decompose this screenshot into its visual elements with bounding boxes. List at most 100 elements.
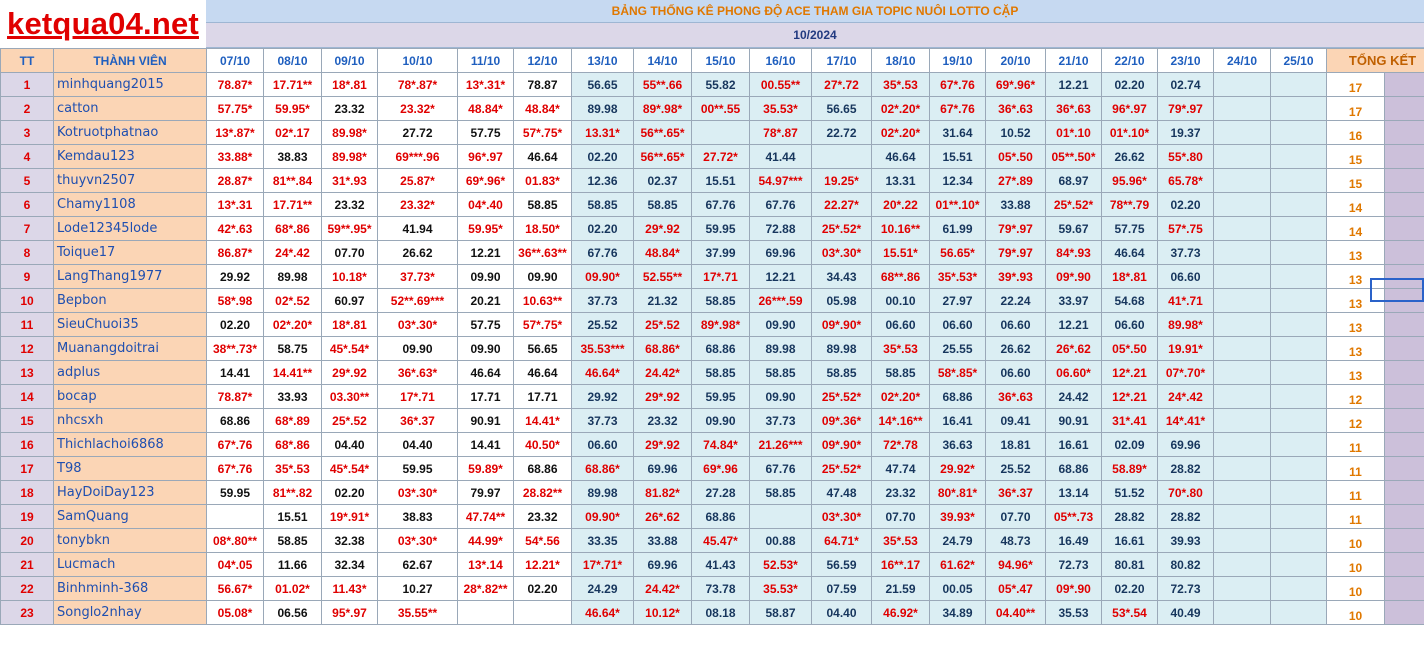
result-cell[interactable]: 79*.97 [985,240,1046,265]
result-cell[interactable]: 11.66 [263,552,322,577]
result-cell[interactable]: 05*.50 [1101,336,1158,361]
member-name[interactable]: Bepbon [53,288,207,313]
result-cell[interactable]: 19.91* [1157,336,1214,361]
total-cell[interactable]: 13 [1326,312,1385,337]
result-cell[interactable]: 26*.62 [633,504,692,529]
result-cell[interactable]: 28.87* [206,168,264,193]
result-cell[interactable]: 21.59 [871,576,930,601]
member-name[interactable]: minhquang2015 [53,72,207,97]
result-cell[interactable]: 22.72 [811,120,872,145]
result-cell[interactable]: 04*.40 [457,192,514,217]
result-cell[interactable]: 94.96* [985,552,1046,577]
result-cell[interactable]: 67.76 [571,240,634,265]
result-cell[interactable]: 33.93 [263,384,322,409]
result-cell[interactable] [1213,504,1271,529]
result-cell[interactable] [1270,72,1327,97]
extra-cell[interactable] [1383,576,1424,601]
result-cell[interactable] [1270,216,1327,241]
result-cell[interactable] [1213,576,1271,601]
result-cell[interactable] [1213,408,1271,433]
result-cell[interactable]: 02*.20* [263,312,322,337]
result-cell[interactable]: 01**.10* [929,192,986,217]
result-cell[interactable]: 19.37 [1157,120,1214,145]
member-name[interactable]: Kotruotphatnao [53,120,207,145]
result-cell[interactable] [1270,552,1327,577]
result-cell[interactable]: 61.99 [929,216,986,241]
result-cell[interactable]: 69.96 [633,552,692,577]
result-cell[interactable]: 03*.30* [377,312,458,337]
result-cell[interactable] [1270,264,1327,289]
result-cell[interactable]: 58.85 [571,192,634,217]
result-cell[interactable]: 52**.69*** [377,288,458,313]
result-cell[interactable]: 08*.80** [206,528,264,553]
result-cell[interactable]: 09.90 [749,312,812,337]
result-cell[interactable]: 26.62 [1101,144,1158,169]
result-cell[interactable]: 17*.71 [691,264,750,289]
result-cell[interactable]: 03*.30* [377,528,458,553]
result-cell[interactable]: 89.98 [749,336,812,361]
result-cell[interactable]: 35.53* [749,96,812,121]
result-cell[interactable]: 10.16** [871,216,930,241]
result-cell[interactable]: 28.82 [1157,456,1214,481]
result-cell[interactable]: 59.95 [691,384,750,409]
result-cell[interactable]: 81**.84 [263,168,322,193]
result-cell[interactable]: 59.67 [1045,216,1102,241]
result-cell[interactable]: 46.64 [513,360,572,385]
result-cell[interactable] [1270,144,1327,169]
result-cell[interactable]: 89.98 [263,264,322,289]
result-cell[interactable]: 02.20 [571,216,634,241]
total-cell[interactable]: 10 [1326,600,1385,625]
result-cell[interactable]: 35.55** [377,600,458,625]
result-cell[interactable]: 02.20 [1101,576,1158,601]
result-cell[interactable]: 34.43 [811,264,872,289]
total-cell[interactable]: 11 [1326,504,1385,529]
result-cell[interactable]: 56.59 [811,552,872,577]
result-cell[interactable]: 24.79 [929,528,986,553]
result-cell[interactable] [1213,288,1271,313]
result-cell[interactable]: 56.67* [206,576,264,601]
total-cell[interactable]: 10 [1326,576,1385,601]
member-name[interactable]: Muanangdoitrai [53,336,207,361]
result-cell[interactable]: 58.87 [749,600,812,625]
extra-cell[interactable] [1383,528,1424,553]
result-cell[interactable]: 01.02* [263,576,322,601]
result-cell[interactable]: 48.84* [513,96,572,121]
result-cell[interactable]: 03*.30* [811,240,872,265]
result-cell[interactable]: 35*.53 [871,72,930,97]
result-cell[interactable] [1213,72,1271,97]
result-cell[interactable]: 31*.41 [1101,408,1158,433]
result-cell[interactable]: 55*.80 [1157,144,1214,169]
result-cell[interactable]: 68.86* [571,456,634,481]
result-cell[interactable]: 04.40** [985,600,1046,625]
result-cell[interactable] [1270,384,1327,409]
result-cell[interactable]: 35*.53* [929,264,986,289]
total-cell[interactable]: 11 [1326,456,1385,481]
result-cell[interactable] [1270,600,1327,625]
result-cell[interactable]: 40.49 [1157,600,1214,625]
member-name[interactable]: tonybkn [53,528,207,553]
result-cell[interactable] [1213,480,1271,505]
result-cell[interactable]: 68**.86 [871,264,930,289]
result-cell[interactable]: 58.85 [811,360,872,385]
result-cell[interactable]: 58.85 [871,360,930,385]
result-cell[interactable]: 67.76 [749,456,812,481]
result-cell[interactable]: 35*.53 [871,336,930,361]
result-cell[interactable]: 69*.96* [457,168,514,193]
extra-cell[interactable] [1383,144,1424,169]
result-cell[interactable]: 70*.80 [1157,480,1214,505]
result-cell[interactable]: 46.92* [871,600,930,625]
result-cell[interactable]: 09.90 [749,384,812,409]
result-cell[interactable]: 14.41 [206,360,264,385]
result-cell[interactable]: 25.52 [571,312,634,337]
result-cell[interactable]: 89.98 [571,480,634,505]
result-cell[interactable]: 09*.90 [1045,264,1102,289]
result-cell[interactable]: 24.29 [571,576,634,601]
result-cell[interactable]: 28*.82** [457,576,514,601]
result-cell[interactable]: 12.21 [749,264,812,289]
result-cell[interactable]: 29*.92 [633,216,692,241]
member-name[interactable]: Lode12345lode [53,216,207,241]
total-cell[interactable]: 13 [1326,360,1385,385]
result-cell[interactable]: 69.96 [749,240,812,265]
result-cell[interactable]: 59.95 [691,216,750,241]
result-cell[interactable]: 26***.59 [749,288,812,313]
